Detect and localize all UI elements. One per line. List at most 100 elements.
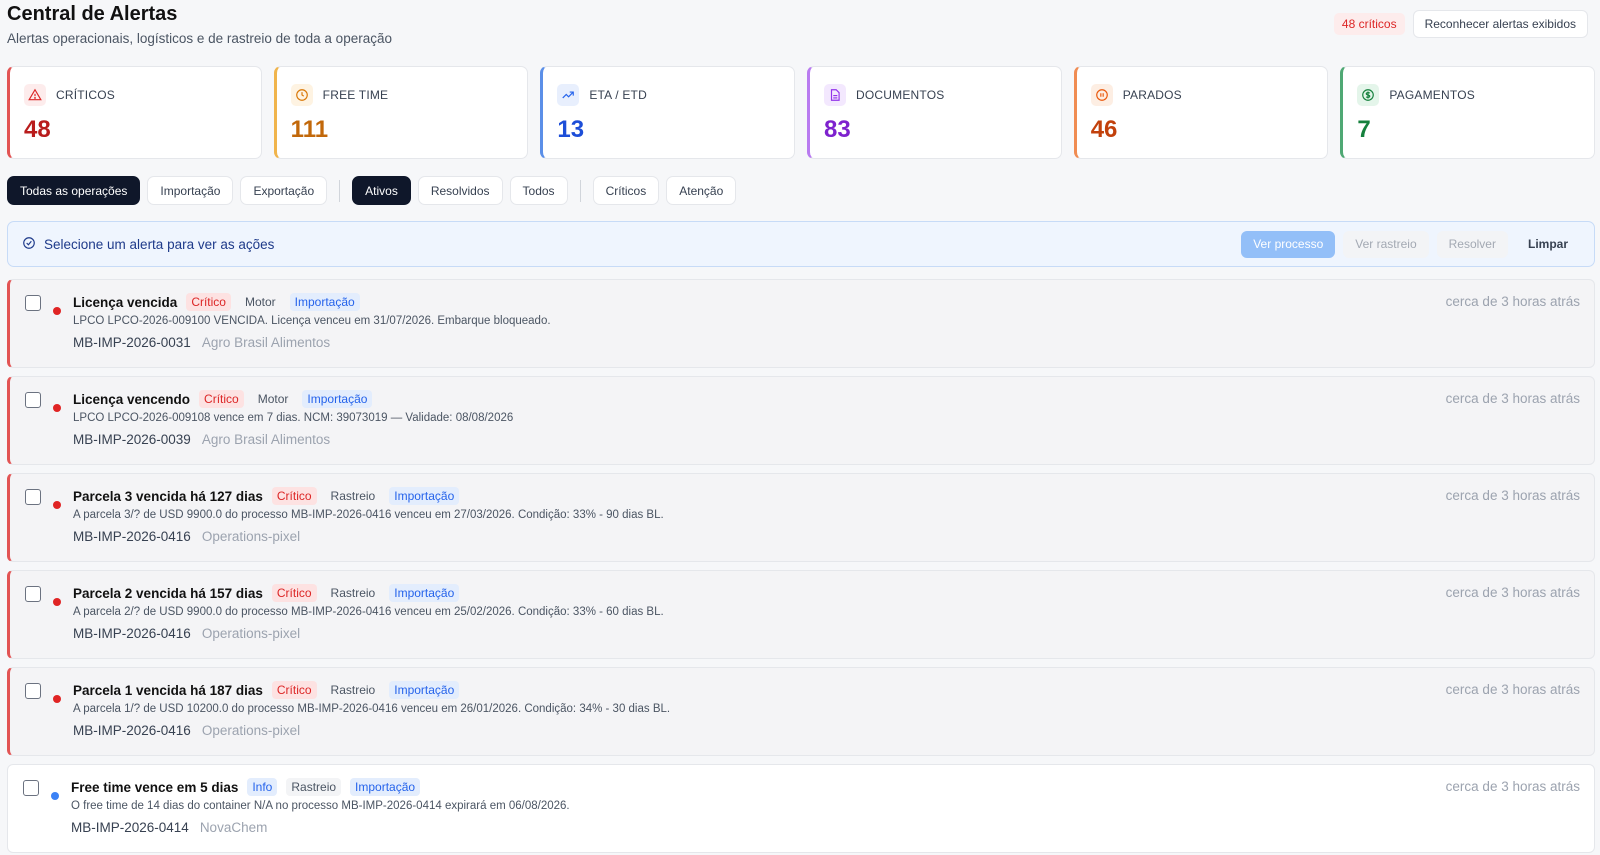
alert-description: A parcela 3/? de USD 9900.0 do processo … (73, 509, 664, 521)
document-icon (824, 84, 847, 106)
filter-atencao[interactable]: Atenção (666, 176, 737, 205)
severity-badge: Info (247, 778, 278, 796)
process-ref[interactable]: MB-IMP-2026-0039 (73, 432, 191, 447)
direction-badge: Importação (350, 778, 421, 796)
card-label: ETA / ETD (589, 88, 647, 102)
clear-button[interactable]: Limpar (1516, 231, 1580, 258)
resolve-button[interactable]: Resolver (1436, 230, 1508, 258)
card-label: FREE TIME (322, 88, 389, 102)
direction-badge: Importação (389, 681, 460, 699)
filter-bar: Todas as operações Importação Exportação… (7, 176, 737, 205)
header-actions: 48 críticos Reconhecer alertas exibidos (1333, 10, 1588, 38)
card-value: 111 (290, 116, 329, 143)
severity-dot (53, 598, 61, 606)
direction-badge: Importação (389, 584, 460, 602)
card-documentos[interactable]: DOCUMENTOS 83 (807, 66, 1062, 159)
severity-dot (51, 792, 59, 800)
filter-criticos[interactable]: Críticos (592, 176, 660, 205)
process-ref[interactable]: MB-IMP-2026-0031 (73, 335, 191, 350)
alert-description: A parcela 1/? de USD 10200.0 do processo… (73, 703, 671, 715)
alert-item[interactable]: Parcela 1 vencida há 187 dias Crítico Ra… (7, 667, 1595, 756)
severity-badge: Crítico (199, 390, 244, 408)
filter-resolvidos[interactable]: Resolvidos (417, 176, 503, 205)
company-name: Agro Brasil Alimentos (201, 432, 331, 447)
card-parados[interactable]: PARADOS 46 (1073, 66, 1329, 159)
process-ref[interactable]: MB-IMP-2026-0414 (71, 820, 189, 835)
card-label: DOCUMENTOS (856, 88, 945, 102)
process-ref[interactable]: MB-IMP-2026-0416 (73, 626, 191, 641)
alert-title: Parcela 3 vencida há 127 dias (73, 488, 263, 504)
company-name: Agro Brasil Alimentos (201, 335, 331, 350)
dollar-icon (1357, 84, 1380, 106)
filter-importacao[interactable]: Importação (147, 176, 234, 205)
acknowledge-alerts-button[interactable]: Reconhecer alertas exibidos (1412, 10, 1588, 38)
alert-title: Licença vencida (73, 294, 178, 310)
filter-all-operations[interactable]: Todas as operações (7, 176, 141, 205)
alert-item[interactable]: Free time vence em 5 dias Info Rastreio … (7, 764, 1595, 853)
action-hint-text: Selecione um alerta para ver as ações (44, 236, 275, 252)
company-name: Operations-pixel (201, 723, 301, 738)
pause-icon (1090, 84, 1113, 106)
filter-divider (339, 179, 341, 202)
card-value: 46 (1090, 116, 1118, 143)
alert-checkbox[interactable] (25, 392, 41, 408)
card-value: 83 (824, 116, 851, 143)
company-name: NovaChem (199, 820, 268, 835)
alert-description: LPCO LPCO-2026-009108 vence em 7 dias. N… (73, 412, 514, 424)
alert-triangle-icon (24, 84, 46, 106)
severity-dot (53, 695, 61, 703)
alert-title: Free time vence em 5 dias (71, 779, 239, 795)
alert-item[interactable]: Licença vencendo Crítico Motor Importaçã… (7, 376, 1595, 465)
page-header: Central de Alertas Alertas operacionais,… (7, 2, 1593, 52)
card-label: PARADOS (1122, 88, 1182, 102)
source-badge: Rastreio (330, 586, 376, 600)
company-name: Operations-pixel (201, 626, 301, 641)
alert-item[interactable]: Parcela 3 vencida há 127 dias Crítico Ra… (7, 473, 1595, 562)
alert-title: Licença vencendo (73, 391, 191, 407)
check-circle-icon (22, 236, 36, 253)
filter-divider (579, 179, 581, 202)
filter-todos[interactable]: Todos (509, 176, 568, 205)
alert-title: Parcela 1 vencida há 187 dias (73, 682, 263, 698)
direction-badge: Importação (389, 487, 460, 505)
card-free-time[interactable]: FREE TIME 111 (273, 66, 529, 159)
alert-time: cerca de 3 horas atrás (1445, 391, 1580, 406)
card-pagamentos[interactable]: PAGAMENTOS 7 (1340, 66, 1596, 159)
source-badge: Rastreio (286, 778, 342, 796)
alert-item[interactable]: Licença vencida Crítico Motor Importação… (7, 279, 1595, 368)
severity-dot (53, 501, 61, 509)
card-value: 7 (1357, 116, 1371, 143)
critical-count-badge: 48 críticos (1333, 13, 1405, 35)
severity-dot (53, 404, 61, 412)
severity-badge: Crítico (271, 681, 317, 699)
alert-description: O free time de 14 dias do container N/A … (71, 800, 570, 812)
action-bar: Selecione um alerta para ver as ações Ve… (7, 221, 1595, 267)
process-ref[interactable]: MB-IMP-2026-0416 (73, 529, 191, 544)
alert-item[interactable]: Parcela 2 vencida há 157 dias Crítico Ra… (7, 570, 1595, 659)
filter-exportacao[interactable]: Exportação (240, 176, 328, 205)
source-badge: Motor (244, 295, 276, 309)
alert-time: cerca de 3 horas atrás (1445, 585, 1580, 600)
card-criticos[interactable]: CRÍTICOS 48 (7, 66, 262, 159)
alert-checkbox[interactable] (25, 295, 41, 311)
alert-time: cerca de 3 horas atrás (1445, 294, 1580, 309)
alert-checkbox[interactable] (25, 586, 41, 602)
card-eta-etd[interactable]: ETA / ETD 13 (540, 66, 796, 159)
view-tracking-button[interactable]: Ver rastreio (1343, 230, 1429, 258)
view-process-button[interactable]: Ver processo (1241, 230, 1336, 258)
severity-badge: Crítico (186, 293, 231, 311)
alert-description: A parcela 2/? de USD 9900.0 do processo … (73, 606, 664, 618)
process-ref[interactable]: MB-IMP-2026-0416 (73, 723, 191, 738)
severity-badge: Crítico (271, 487, 317, 505)
action-buttons: Ver processo Ver rastreio Resolver Limpa… (1241, 230, 1580, 258)
direction-badge: Importação (289, 293, 360, 311)
filter-ativos[interactable]: Ativos (352, 176, 411, 205)
direction-badge: Importação (302, 390, 373, 408)
severity-dot (53, 307, 61, 315)
alert-title: Parcela 2 vencida há 157 dias (73, 585, 263, 601)
card-label: PAGAMENTOS (1389, 88, 1475, 102)
alert-checkbox[interactable] (23, 780, 39, 796)
alert-checkbox[interactable] (25, 489, 41, 505)
alert-checkbox[interactable] (25, 683, 41, 699)
action-hint: Selecione um alerta para ver as ações (22, 236, 274, 253)
